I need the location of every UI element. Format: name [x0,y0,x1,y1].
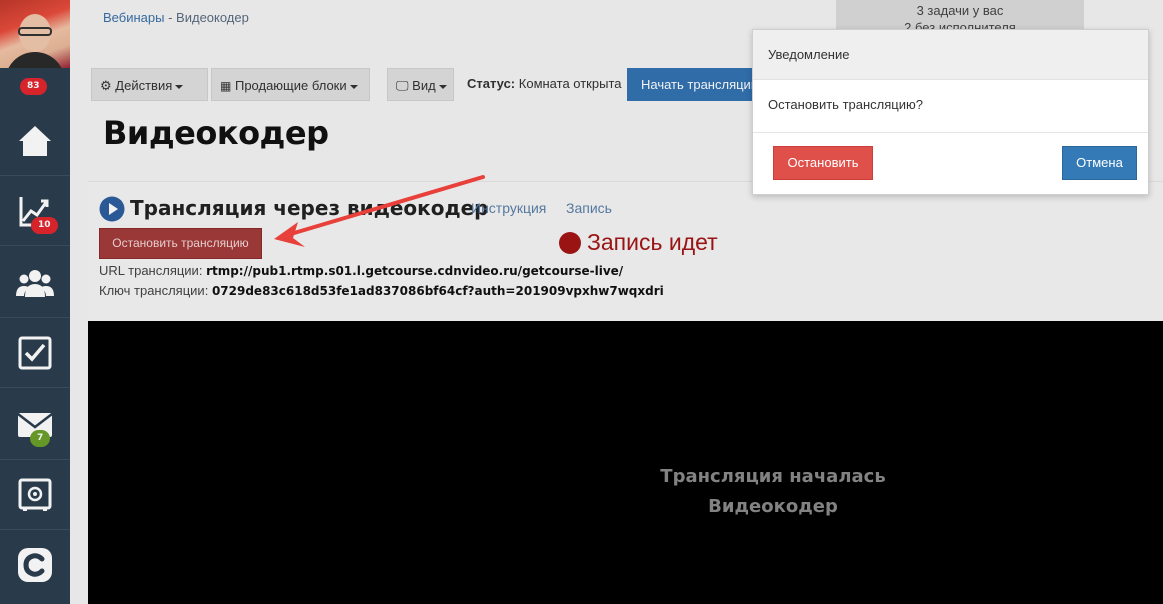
sidebar: 83 10 7 [0,0,70,604]
notifications-badge[interactable]: 83 [20,78,47,95]
stats-badge: 10 [31,217,58,234]
sidebar-item-getcourse[interactable] [0,530,70,600]
breadcrumb: Вебинары - Видеокодер [103,10,249,25]
start-stream-button[interactable]: Начать трансляцию [627,68,757,101]
home-icon [19,125,51,156]
monitor-icon: 🖵 [396,78,409,93]
tasks-mine: 3 задачи у вас [916,3,1004,18]
checkbox-icon [18,336,52,369]
video-overlay-text: Трансляция началась Видеокодер [660,466,886,517]
stream-key-value[interactable]: 0729de83c618d53fe1ad837086bf64cf?auth=20… [212,284,664,298]
cancel-button[interactable]: Отмена [1062,146,1137,180]
sidebar-item-safe[interactable] [0,460,70,530]
gears-icon: ⚙ [100,78,112,93]
tasks-box[interactable]: 3 задачи у вас 2 без исполнителя [836,0,1084,30]
recording-indicator: Запись идет [559,229,718,256]
stream-url: URL трансляции: rtmp://pub1.rtmp.s01.l.g… [99,263,624,278]
notification-dialog: Уведомление Остановить трансляцию? Остан… [752,29,1149,195]
confirm-stop-button[interactable]: Остановить [773,146,873,180]
breadcrumb-link-webinars[interactable]: Вебинары [103,10,164,25]
instruction-link[interactable]: Инструкция [471,200,546,216]
stream-key: Ключ трансляции: 0729de83c618d53fe1ad837… [99,283,664,298]
stream-panel-title: Трансляция через видеокодер [130,196,489,220]
stream-url-value[interactable]: rtmp://pub1.rtmp.s01.l.getcourse.cdnvide… [206,264,623,278]
room-status: Статус: Комната открыта [467,76,622,91]
sidebar-item-tasks[interactable] [0,318,70,388]
stop-stream-button[interactable]: Остановить трансляцию [99,228,262,259]
view-dropdown[interactable]: 🖵 Вид [387,68,454,101]
dialog-message: Остановить трансляцию? [753,80,1148,133]
messages-badge: 7 [30,430,51,447]
sidebar-item-users[interactable] [0,248,70,318]
sidebar-item-home[interactable] [0,106,70,176]
record-dot-icon [559,231,581,254]
users-icon [16,269,54,297]
avatar-badge-row: 83 [0,68,70,106]
caret-down-icon [175,84,184,89]
play-circle-icon [99,196,125,222]
sidebar-item-stats[interactable]: 10 [0,176,70,246]
breadcrumb-current: Видеокодер [176,10,249,25]
record-link[interactable]: Запись [566,200,612,216]
avatar[interactable] [0,0,70,68]
sidebar-item-messages[interactable]: 7 [0,390,70,460]
getcourse-logo-icon [18,548,52,582]
grid-icon: ▦ [220,79,232,93]
breadcrumb-separator: - [168,10,173,25]
safe-icon [18,478,52,511]
actions-dropdown[interactable]: ⚙ Действия [91,68,208,101]
selling-blocks-dropdown[interactable]: ▦ Продающие блоки [211,68,370,101]
dialog-title: Уведомление [753,30,1148,80]
caret-down-icon [438,84,447,89]
caret-down-icon [349,84,358,89]
page-title: Видеокодер [103,114,329,152]
